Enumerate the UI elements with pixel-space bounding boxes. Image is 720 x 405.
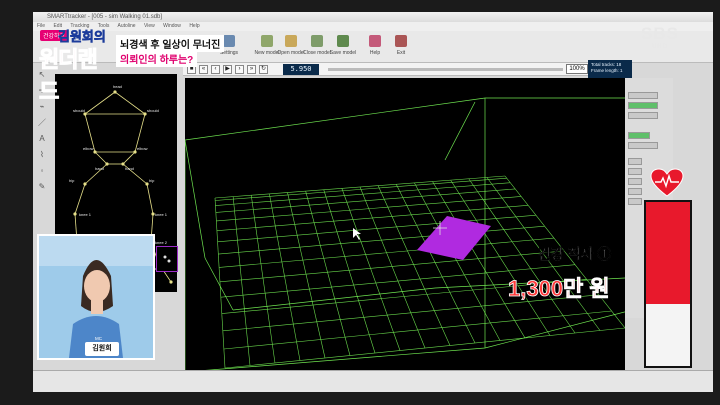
joint-tool-icon[interactable]: ◦ <box>37 166 47 176</box>
frame-length: Frame length: 1 <box>591 68 623 73</box>
skel-label-elbow-r: elbow <box>137 146 148 151</box>
exit-icon <box>395 35 407 47</box>
help-button[interactable]: Help <box>361 33 389 61</box>
track-info-box: Total tracks: 18 Frame length: 1 <box>588 60 632 78</box>
property-row-4[interactable] <box>628 132 650 139</box>
skel-label-knee1-l: knee 1 <box>79 212 92 217</box>
new-model-icon <box>261 35 273 47</box>
close-model-icon <box>311 35 323 47</box>
floor-grid-line <box>432 181 526 339</box>
save-model-label: Save model <box>329 50 357 56</box>
skel-label-knee1-r: knee 1 <box>155 212 168 217</box>
window-title: SMARTtracker - [005 - sim Walking 01.sdb… <box>47 14 163 20</box>
property-row-6[interactable] <box>628 158 642 165</box>
marker-thumb-icon <box>163 255 171 263</box>
save-model-button[interactable]: Save model <box>329 33 357 61</box>
menu-bar: File Edit Tracking Tools Autoline View W… <box>33 22 713 31</box>
floor-grid-line <box>323 189 376 354</box>
selected-marker-thumbnail[interactable] <box>156 246 178 272</box>
floor-grid-line <box>395 184 476 344</box>
exit-label: Exit <box>396 50 406 56</box>
skel-label-hip-r: hip <box>149 178 155 183</box>
show-logo: 건강하고 김원희의 원더랜드 <box>36 24 112 105</box>
property-row-8[interactable] <box>628 178 642 185</box>
menu-view[interactable]: View <box>144 23 155 29</box>
windows-taskbar <box>33 370 713 392</box>
property-row-1[interactable] <box>628 92 658 99</box>
save-model-icon <box>337 35 349 47</box>
exit-button[interactable]: Exit <box>387 33 415 61</box>
skel-label-hand-r: hand <box>125 166 134 171</box>
last-frame-button[interactable]: » <box>247 65 256 74</box>
3d-viewport[interactable] <box>184 78 641 373</box>
health-gauge-fill <box>646 202 690 304</box>
time-display: 5.950 <box>283 64 319 75</box>
floor-grid-line <box>250 195 276 364</box>
floor-grid-line <box>214 197 226 369</box>
edit-tool-icon[interactable]: ✎ <box>37 182 47 192</box>
first-frame-button[interactable]: « <box>199 65 208 74</box>
highlight-floor-region <box>417 216 491 260</box>
floor-grid-line <box>215 182 511 206</box>
host-role-tag: MC <box>92 336 105 341</box>
skel-label-should-r: should <box>147 108 159 113</box>
broadcaster-sub-logo: UHD <box>652 44 668 50</box>
bone-tool-icon[interactable]: ⌇ <box>37 150 47 160</box>
text-tool-icon[interactable]: A <box>37 134 47 144</box>
new-model-label: New model <box>254 50 280 56</box>
heart-icon <box>650 168 684 197</box>
caption-line-2: 의뢰인의 하루는? <box>116 50 198 67</box>
loop-button[interactable]: ↻ <box>259 65 268 74</box>
floor-grid-line <box>218 225 545 255</box>
playback-bar: ■ « ‹ ▶ › » ↻ 5.950 100% <box>183 63 623 76</box>
open-model-button[interactable]: Open model <box>277 33 305 61</box>
play-button[interactable]: ▶ <box>223 65 232 74</box>
property-row-9[interactable] <box>628 188 642 195</box>
skel-label-knee2: knee 2 <box>155 240 168 245</box>
skel-label-hip-l: hip <box>69 178 75 183</box>
skel-label-elbow-l: elbow <box>83 146 94 151</box>
property-row-5[interactable] <box>628 142 658 149</box>
menu-window[interactable]: Window <box>163 23 181 29</box>
property-row-7[interactable] <box>628 168 642 175</box>
next-frame-button[interactable]: › <box>235 65 244 74</box>
prev-frame-button[interactable]: ‹ <box>211 65 220 74</box>
property-row-3[interactable] <box>628 112 658 119</box>
menu-autoline[interactable]: Autoline <box>118 23 136 29</box>
3d-grid-scene <box>184 97 641 373</box>
floor-grid-line <box>341 188 401 351</box>
skel-label-head: head <box>113 84 122 89</box>
help-icon <box>369 35 381 47</box>
settings-icon <box>223 35 235 47</box>
segment-tool-icon[interactable]: ／ <box>37 118 47 128</box>
close-model-label: Close model <box>303 50 331 56</box>
close-model-button[interactable]: Close model <box>303 33 331 61</box>
host-name-tag: 김원희 <box>85 342 119 356</box>
floor-grid-line <box>215 177 507 201</box>
floor-grid-line <box>450 179 551 336</box>
debt-amount: 1,300만 원 <box>508 276 610 302</box>
help-label: Help <box>369 50 381 56</box>
health-gauge <box>644 200 692 368</box>
floor-grid-line <box>214 175 506 199</box>
skel-label-should-l: should <box>73 108 85 113</box>
menu-help[interactable]: Help <box>189 23 199 29</box>
broadcaster-logo: SBS <box>641 24 679 43</box>
timeline-slider[interactable] <box>328 68 563 71</box>
skel-label-hand-l: hand <box>95 166 104 171</box>
property-row-2[interactable] <box>628 102 658 109</box>
debt-label: 건강 적자 ① <box>538 246 612 262</box>
zoom-field[interactable]: 100% <box>566 64 588 74</box>
property-row-10[interactable] <box>628 198 642 205</box>
window-title-bar: SMARTtracker - [005 - sim Walking 01.sdb… <box>33 12 713 22</box>
open-model-icon <box>285 35 297 47</box>
floor-grid-line <box>224 327 626 369</box>
floor-grid-line <box>414 182 501 341</box>
show-logo-title: 원더랜드 <box>39 47 99 105</box>
open-model-label: Open model <box>277 50 305 56</box>
floor-grid-line <box>232 196 251 366</box>
